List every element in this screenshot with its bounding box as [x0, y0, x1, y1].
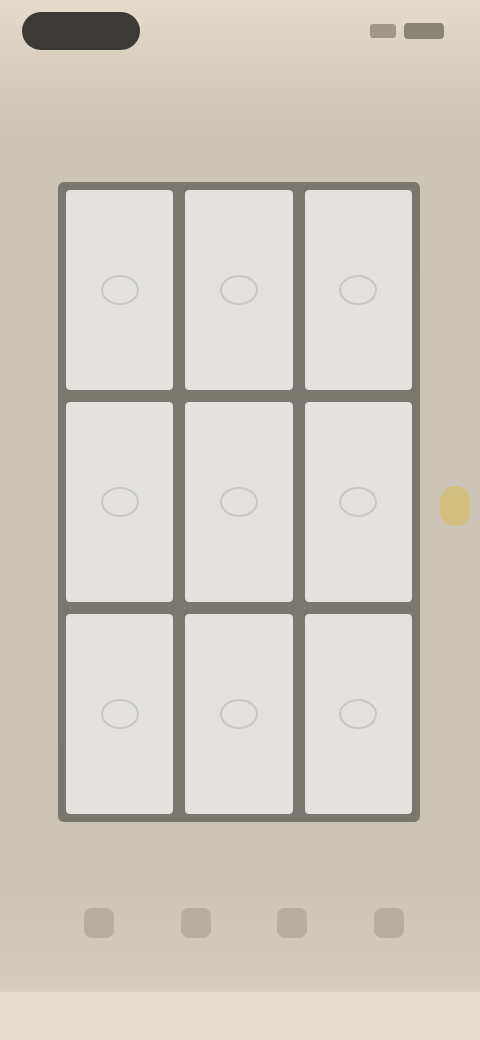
- status-time-pill: [22, 12, 140, 50]
- page-title: [222, 124, 258, 146]
- board-cell-8[interactable]: [185, 614, 293, 814]
- cell-placeholder-icon: [339, 487, 378, 517]
- tool-3-icon: [277, 908, 308, 938]
- signal-icon: [370, 24, 396, 38]
- tool-2-icon: [180, 908, 211, 938]
- cell-placeholder-icon: [219, 699, 258, 729]
- side-handle[interactable]: [440, 486, 470, 526]
- board-grid: [58, 182, 420, 822]
- cell-placeholder-icon: [219, 275, 258, 305]
- cell-placeholder-icon: [100, 275, 139, 305]
- toolbar-item-4[interactable]: [364, 908, 414, 978]
- board-cell-4[interactable]: [66, 402, 174, 602]
- board-cell-1[interactable]: [66, 190, 174, 390]
- cell-placeholder-icon: [100, 487, 139, 517]
- board-cell-5[interactable]: [185, 402, 293, 602]
- app-screen: [0, 0, 480, 1040]
- status-bar: [0, 0, 480, 62]
- battery-icon: [404, 23, 444, 39]
- tool-1-icon: [84, 908, 114, 938]
- cell-placeholder-icon: [100, 699, 139, 729]
- header-subtitle: [26, 78, 166, 102]
- toolbar-item-2[interactable]: [171, 908, 221, 978]
- board-cell-9[interactable]: [304, 614, 412, 814]
- toolbar-item-1[interactable]: [74, 908, 124, 978]
- board-cell-3[interactable]: [304, 190, 412, 390]
- status-icons: [370, 18, 444, 44]
- cell-placeholder-icon: [339, 275, 378, 305]
- tool-4-icon: [373, 908, 404, 938]
- bottom-toolbar: [74, 908, 414, 978]
- board-cell-7[interactable]: [66, 614, 174, 814]
- cell-placeholder-icon: [219, 487, 258, 517]
- board-cell-6[interactable]: [304, 402, 412, 602]
- toolbar-item-3[interactable]: [267, 908, 317, 978]
- cell-placeholder-icon: [339, 699, 378, 729]
- board-cell-2[interactable]: [185, 190, 293, 390]
- home-indicator-area: [0, 992, 480, 1040]
